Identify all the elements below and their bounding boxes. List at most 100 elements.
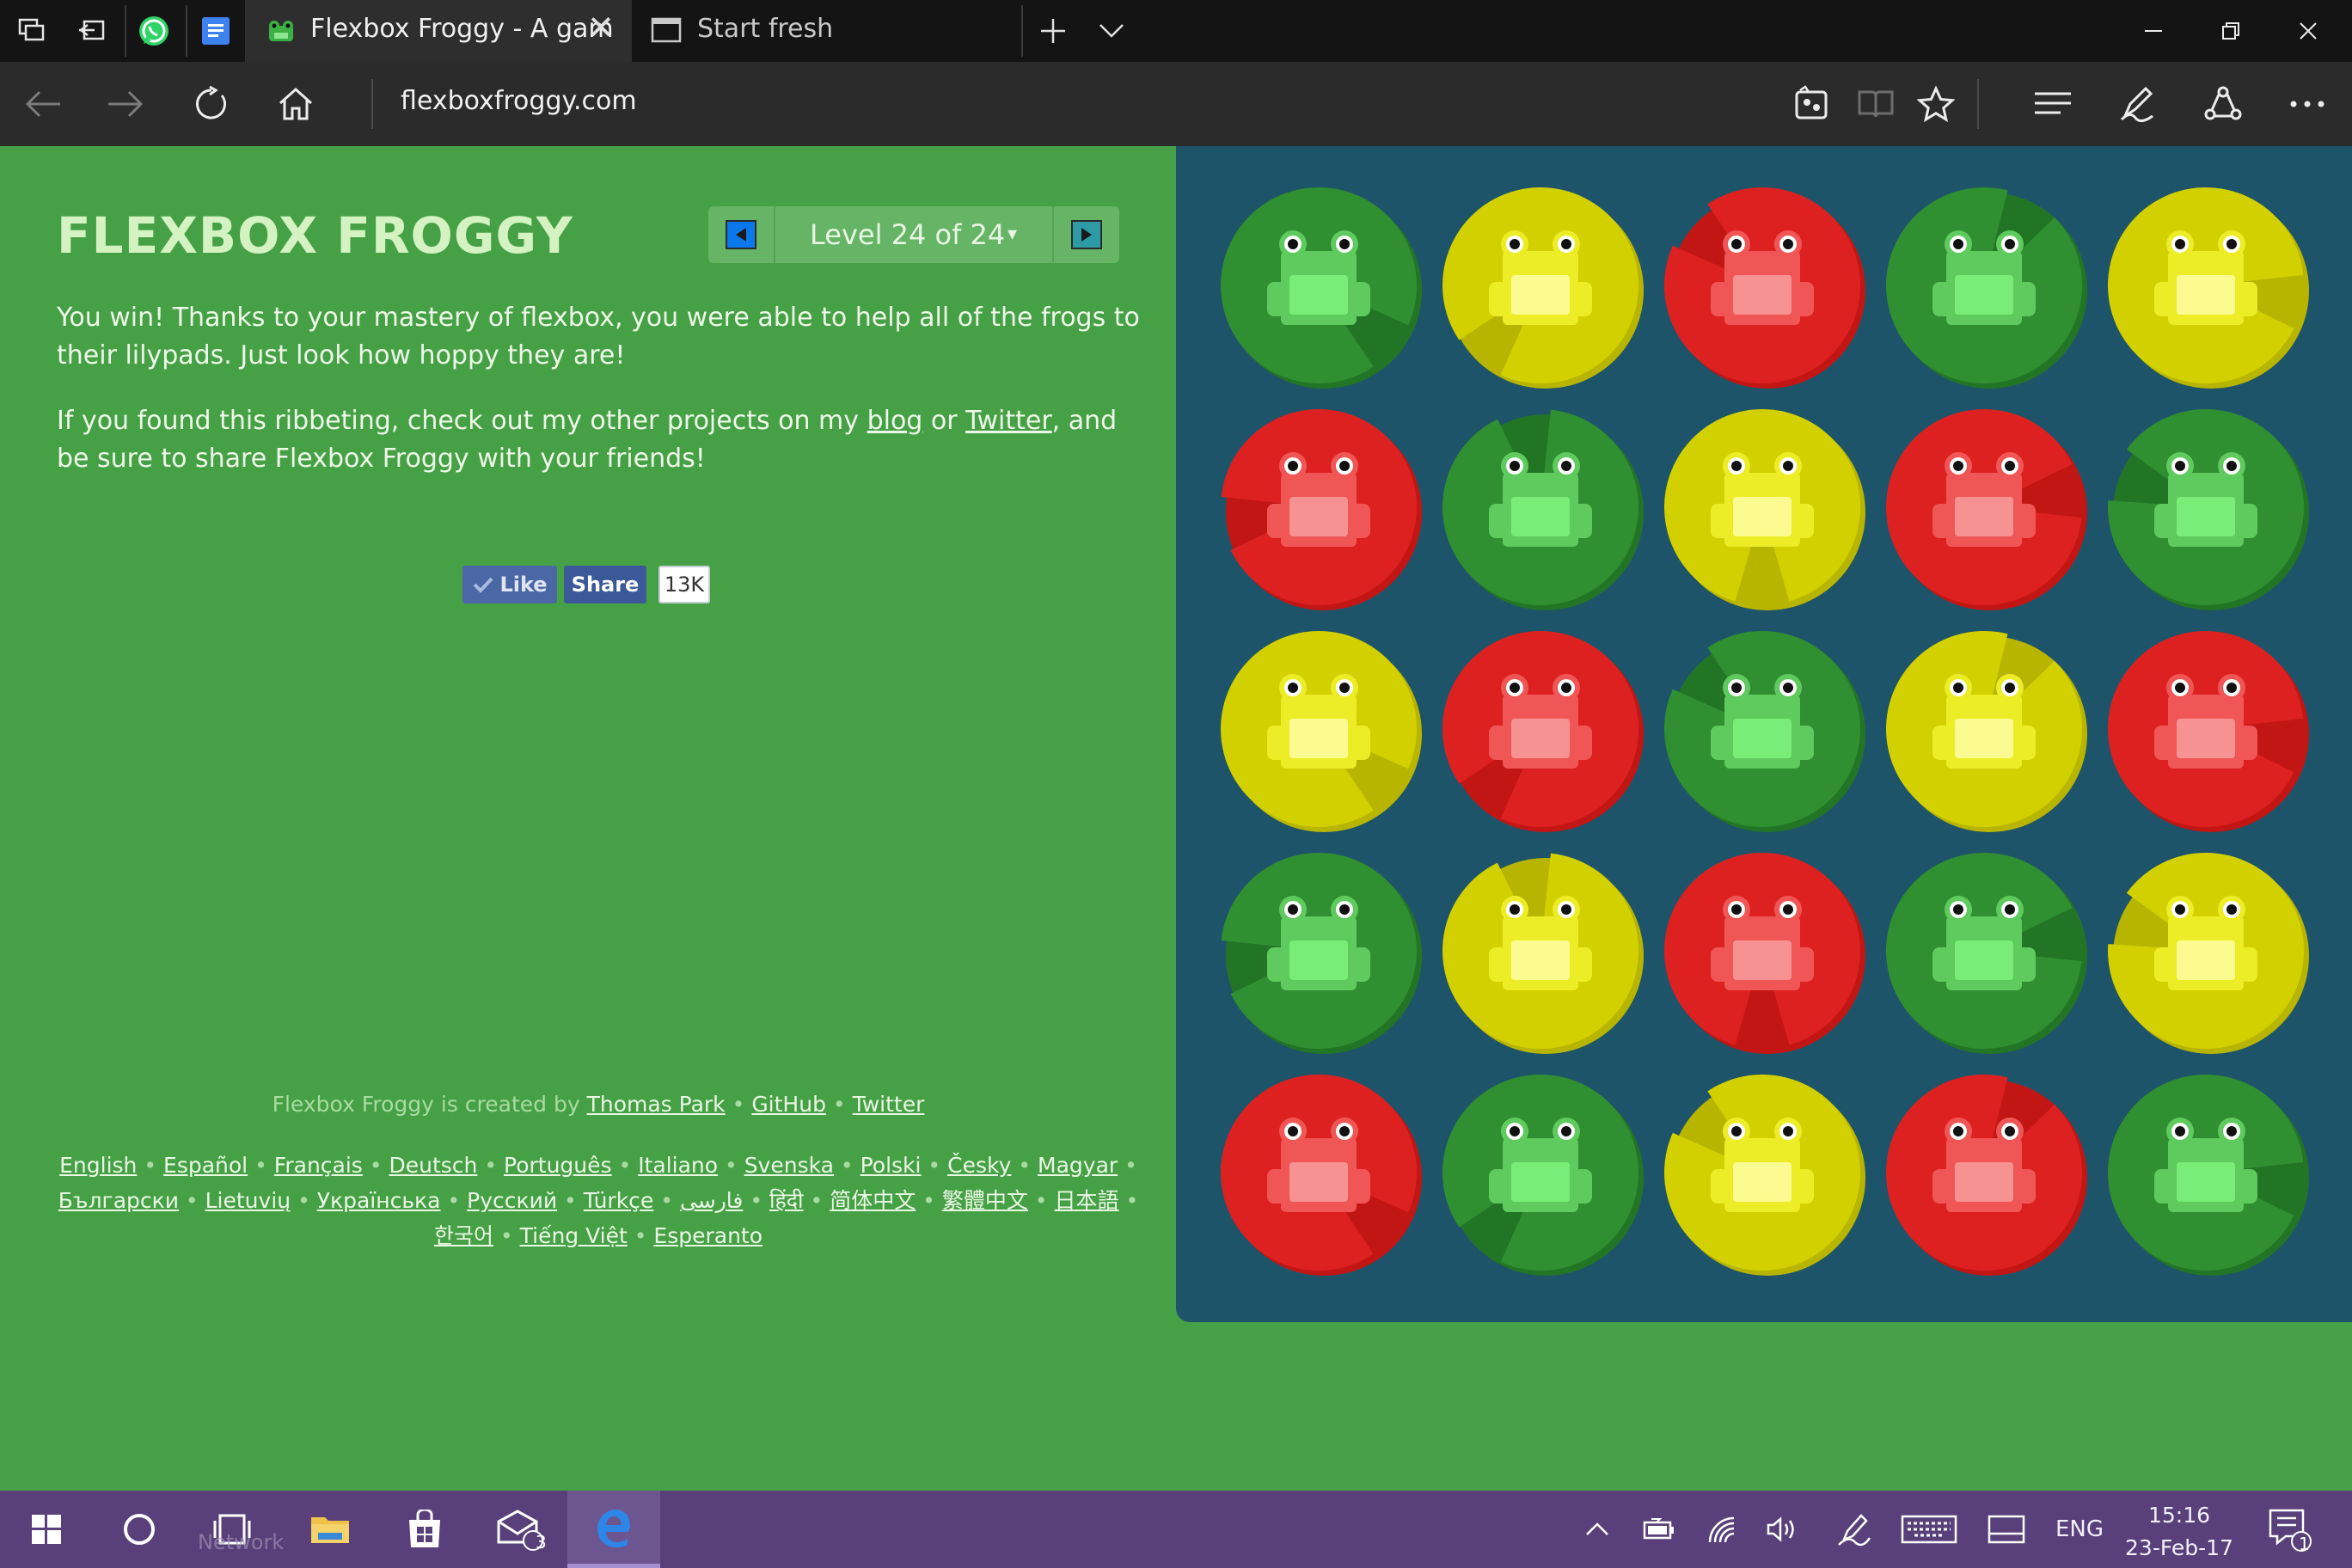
arrow-left-icon: [726, 220, 756, 249]
language-link[interactable]: 한국어: [434, 1223, 493, 1248]
author-link[interactable]: Thomas Park: [587, 1092, 726, 1117]
language-link[interactable]: Português: [504, 1153, 612, 1178]
language-link[interactable]: Lietuvių: [205, 1188, 291, 1213]
google-docs-icon[interactable]: [184, 0, 248, 62]
language-link[interactable]: Magyar: [1038, 1153, 1118, 1178]
frog-pupil: [1953, 1126, 1963, 1136]
web-note-pen-icon[interactable]: [2101, 62, 2173, 146]
back-button[interactable]: [7, 62, 79, 146]
show-hidden-icons-chevron-icon[interactable]: [1578, 1491, 1616, 1568]
forward-button[interactable]: [89, 62, 162, 146]
facebook-share-button[interactable]: Share: [564, 566, 646, 603]
taskbar-clock[interactable]: 15:16 23-Feb-17: [2123, 1499, 2235, 1565]
bullet: •: [1027, 1188, 1055, 1213]
start-windows-icon[interactable]: [0, 1491, 93, 1568]
tab-list-chevron-icon[interactable]: [1080, 0, 1143, 62]
language-link[interactable]: Türkçe: [584, 1188, 654, 1213]
restore-button[interactable]: [2192, 0, 2269, 62]
language-link[interactable]: Deutsch: [389, 1153, 477, 1178]
refresh-button[interactable]: [175, 62, 248, 146]
more-menu-icon[interactable]: [2271, 62, 2343, 146]
blog-link[interactable]: blog: [867, 406, 923, 436]
bullet: •: [611, 1153, 639, 1178]
action-center-icon[interactable]: 1: [2256, 1491, 2324, 1568]
language-list: English • Español • Français • Deutsch •…: [57, 1148, 1140, 1253]
clock-time: 15:16: [2147, 1503, 2211, 1528]
language-link[interactable]: English: [59, 1153, 137, 1178]
next-level-button[interactable]: [1054, 206, 1119, 263]
level-indicator[interactable]: Level 24 of 24: [810, 218, 1005, 251]
touch-keyboard-icon[interactable]: [1896, 1491, 1962, 1568]
store-icon[interactable]: [378, 1491, 471, 1568]
level-dropdown-caret-icon[interactable]: ▾: [1008, 224, 1017, 245]
language-link[interactable]: Italiano: [638, 1153, 718, 1178]
language-link[interactable]: Česky: [947, 1153, 1011, 1178]
frog-leg: [1351, 726, 1370, 760]
frog-leg: [2239, 282, 2257, 316]
wifi-icon[interactable]: [1702, 1491, 1745, 1568]
language-link[interactable]: 繁體中文: [942, 1188, 1028, 1213]
edge-browser-icon[interactable]: [567, 1491, 660, 1568]
set-aside-tabs-icon[interactable]: [60, 0, 124, 62]
minimize-button[interactable]: [2115, 0, 2192, 62]
language-link[interactable]: 简体中文: [830, 1188, 916, 1213]
language-link[interactable]: हिंदी: [769, 1188, 804, 1213]
file-explorer-icon[interactable]: [284, 1491, 377, 1568]
credits-twitter-link[interactable]: Twitter: [853, 1092, 925, 1117]
language-link[interactable]: Esperanto: [653, 1223, 763, 1248]
twitter-link[interactable]: Twitter: [965, 406, 1052, 436]
facebook-like-button[interactable]: Like: [462, 566, 557, 603]
frog-pupil: [1510, 461, 1520, 471]
lilypad-red: [1664, 187, 1865, 389]
frog-pupil: [1288, 1126, 1298, 1136]
language-link[interactable]: فارسی: [680, 1188, 743, 1213]
tab-start-fresh[interactable]: Start fresh: [640, 0, 1019, 62]
tab-title: Flexbox Froggy - A gam: [310, 14, 614, 44]
frog-leg: [1351, 282, 1370, 316]
windows-ink-pen-icon[interactable]: [1831, 1491, 1877, 1568]
whatsapp-icon[interactable]: [122, 0, 186, 62]
address-bar-url[interactable]: flexboxfroggy.com: [401, 86, 637, 116]
language-link[interactable]: Русский: [467, 1188, 557, 1213]
network-ghost-label: Network: [198, 1530, 285, 1554]
home-button[interactable]: [260, 62, 332, 146]
language-link[interactable]: Français: [274, 1153, 363, 1178]
mail-icon[interactable]: 3: [473, 1491, 566, 1568]
bullet: •: [1118, 1153, 1137, 1178]
extension-icon[interactable]: [1776, 62, 1848, 146]
language-link[interactable]: Español: [163, 1153, 248, 1178]
tablet-mode-icon[interactable]: [1984, 1491, 2029, 1568]
favorite-star-icon[interactable]: [1900, 62, 1972, 146]
frog-pupil: [2005, 239, 2015, 249]
language-link[interactable]: Tiếng Việt: [520, 1223, 628, 1248]
hub-menu-icon[interactable]: [2017, 62, 2089, 146]
task-view-icon[interactable]: [186, 1491, 279, 1568]
frog-pupil: [1339, 1126, 1350, 1136]
new-tab-icon[interactable]: [1021, 0, 1085, 62]
language-link[interactable]: 日本語: [1055, 1188, 1119, 1213]
volume-icon[interactable]: [1761, 1491, 1804, 1568]
tab-preview-icon[interactable]: [0, 0, 64, 62]
win-message: You win! Thanks to your mastery of flexb…: [57, 303, 1140, 371]
language-link[interactable]: Українська: [317, 1188, 441, 1213]
frog-leg: [2154, 1169, 2173, 1204]
bullet: •: [248, 1153, 274, 1178]
github-link[interactable]: GitHub: [751, 1092, 826, 1117]
previous-level-button[interactable]: [708, 206, 774, 263]
language-link[interactable]: Polski: [861, 1153, 922, 1178]
language-link[interactable]: Български: [58, 1188, 179, 1213]
frog-pupil: [2226, 461, 2237, 471]
bullet: •: [803, 1188, 830, 1213]
input-language-indicator[interactable]: ENG: [2051, 1491, 2108, 1568]
share-icon[interactable]: [2187, 62, 2259, 146]
tab-flexbox-froggy[interactable]: Flexbox Froggy - A gam ✕: [245, 0, 632, 62]
frog-leg: [1932, 947, 1951, 982]
language-link[interactable]: Svenska: [744, 1153, 834, 1178]
lilypad-yellow: [1221, 631, 1422, 832]
close-window-button[interactable]: [2269, 0, 2347, 62]
frog-leg: [1795, 282, 1814, 316]
close-tab-icon[interactable]: ✕: [587, 9, 615, 46]
battery-icon[interactable]: [1637, 1491, 1680, 1568]
frog-pupil: [1953, 461, 1963, 471]
cortana-search-icon[interactable]: [93, 1491, 186, 1568]
